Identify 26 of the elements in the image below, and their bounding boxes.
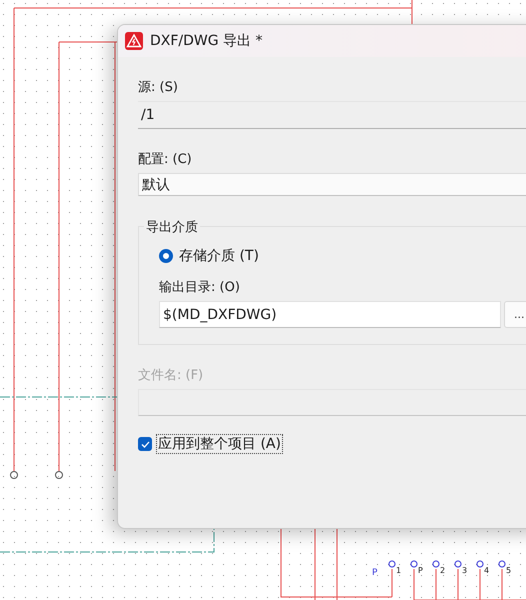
browse-button[interactable]: ... xyxy=(504,301,526,328)
field-label: 源: (S) xyxy=(138,79,178,97)
file-name-field[interactable] xyxy=(138,389,526,416)
pin-label: 2 xyxy=(440,566,446,575)
checkmark-icon xyxy=(140,440,150,448)
field-label: 输出目录: (O) xyxy=(159,279,240,297)
pin-label: 5 xyxy=(506,566,512,575)
config-dropdown[interactable]: 默认 xyxy=(138,173,526,196)
window-title: DXF/DWG 导出 * xyxy=(150,32,263,50)
group-title: 导出介质 xyxy=(144,218,200,236)
pin-label: 3 xyxy=(462,566,468,575)
warning-icon xyxy=(125,32,143,50)
terminal-icon xyxy=(10,471,63,479)
pin-icon xyxy=(388,560,506,568)
radio-button[interactable] xyxy=(159,249,173,263)
source-field[interactable]: /1 xyxy=(138,101,526,129)
checkbox-label[interactable]: 应用到整个项目 (A) xyxy=(156,434,283,454)
field-label: 配置: (C) xyxy=(138,151,192,169)
output-directory-field[interactable]: $(MD_DXFDWG) xyxy=(159,301,501,328)
field-label: 文件名: (F) xyxy=(138,367,204,385)
checkbox[interactable] xyxy=(138,437,152,451)
signal-label: P xyxy=(372,568,378,578)
pin-label: P xyxy=(418,566,423,575)
pin-label: 1 xyxy=(396,566,402,575)
radio-label[interactable]: 存储介质 (T) xyxy=(179,247,259,265)
pin-label: 4 xyxy=(484,566,490,575)
